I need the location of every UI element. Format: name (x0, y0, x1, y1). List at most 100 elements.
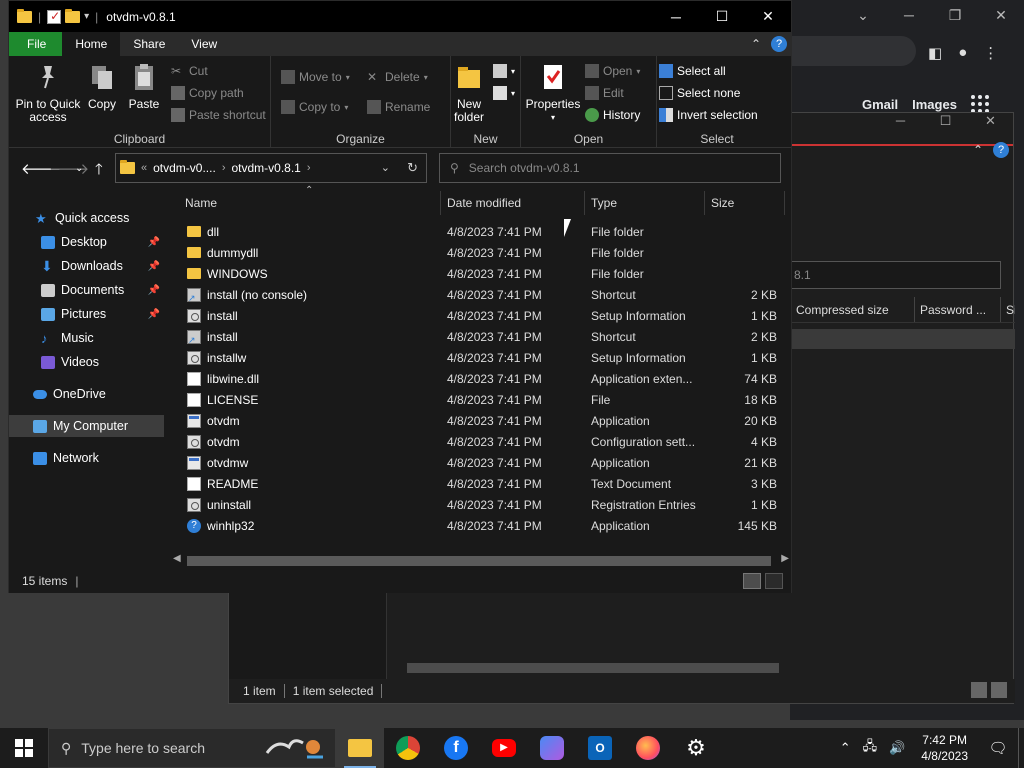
file-row[interactable]: install 4/8/2023 7:41 PM Shortcut 2 KB (167, 326, 791, 347)
column-password[interactable]: Password ... (915, 297, 1001, 322)
taskbar-copilot[interactable] (528, 728, 576, 768)
restore-icon[interactable]: ❐ (932, 7, 978, 24)
select-all-button[interactable]: Select all (659, 64, 726, 78)
file-row[interactable]: otvdm 4/8/2023 7:41 PM Application 20 KB (167, 410, 791, 431)
gmail-link[interactable]: Gmail (862, 97, 898, 112)
history-button[interactable]: History (585, 108, 640, 122)
nav-network[interactable]: Network (9, 447, 164, 469)
column-size[interactable]: Size (705, 191, 785, 215)
customize-toolbar-icon[interactable]: ▾ (84, 11, 89, 22)
scroll-left-icon[interactable]: ◀ (173, 553, 181, 564)
collapse-ribbon-icon[interactable]: ⌃ (751, 37, 761, 51)
network-tray-icon[interactable]: 🖧 (857, 737, 884, 759)
delete-button[interactable]: ✕ Delete ▾ (367, 70, 428, 84)
address-dropdown-icon[interactable]: ⌄ (381, 161, 390, 174)
tab-home[interactable]: Home (62, 32, 121, 56)
start-button[interactable] (0, 728, 48, 768)
column-name[interactable]: Name (167, 191, 441, 215)
tab-view[interactable]: View (178, 32, 230, 56)
archive-selected-row[interactable] (791, 329, 1015, 349)
invert-selection-button[interactable]: Invert selection (659, 108, 758, 122)
nav-onedrive[interactable]: OneDrive (9, 383, 164, 405)
taskbar-facebook[interactable]: f (432, 728, 480, 768)
tiles-view-icon[interactable] (991, 682, 1007, 698)
up-button[interactable]: 🡑 (95, 159, 103, 184)
pin-icon[interactable]: 📌 (148, 285, 160, 296)
horizontal-scrollbar[interactable]: ◀ ▶ (167, 553, 791, 569)
breadcrumb-overflow[interactable]: « (141, 162, 147, 174)
paste-shortcut-button[interactable]: Paste shortcut (171, 108, 266, 122)
file-row[interactable]: WINDOWS 4/8/2023 7:41 PM File folder (167, 263, 791, 284)
taskbar-file-explorer[interactable] (336, 728, 384, 768)
column-type[interactable]: Type (585, 191, 705, 215)
scroll-right-icon[interactable]: ▶ (781, 553, 789, 564)
column-date-modified[interactable]: Date modified (441, 191, 585, 215)
column-compressed-size[interactable]: Compressed size (791, 297, 915, 322)
chevron-up-icon[interactable]: ⌃ (834, 740, 857, 756)
clock[interactable]: 7:42 PM 4/8/2023 (911, 732, 978, 764)
edit-button[interactable]: Edit (585, 86, 624, 100)
file-row[interactable]: otvdmw 4/8/2023 7:41 PM Application 21 KB (167, 452, 791, 473)
large-icons-view-icon[interactable] (765, 573, 783, 589)
tab-file[interactable]: File (9, 32, 63, 56)
open-button[interactable]: Open ▾ (585, 64, 640, 78)
refresh-icon[interactable]: ↻ (407, 160, 418, 176)
apps-grid-icon[interactable] (970, 95, 989, 113)
search-input[interactable]: ⚲ Search otvdm-v0.8.1 (439, 153, 781, 183)
new-folder-button[interactable]: New folder (449, 62, 489, 124)
tab-share[interactable]: Share (120, 32, 178, 56)
file-row[interactable]: install (no console) 4/8/2023 7:41 PM Shor… (167, 284, 791, 305)
select-none-button[interactable]: Select none (659, 86, 740, 100)
file-row[interactable]: installw 4/8/2023 7:41 PM Setup Informatio… (167, 347, 791, 368)
file-row[interactable]: install 4/8/2023 7:41 PM Setup Information… (167, 305, 791, 326)
archive-hscrollbar[interactable] (395, 661, 1011, 675)
copy-to-button[interactable]: Copy to ▾ (281, 100, 348, 114)
profile-icon[interactable]: ● (958, 44, 967, 62)
new-item-button[interactable]: ▾ (493, 64, 515, 78)
show-desktop-button[interactable] (1018, 728, 1024, 768)
nav-my-computer[interactable]: My Computer (9, 415, 164, 437)
sidepanel-icon[interactable]: ◧ (928, 44, 942, 62)
nav-quick-access[interactable]: ★ Quick access (9, 207, 164, 229)
scroll-thumb[interactable] (187, 556, 771, 566)
pin-icon[interactable]: 📌 (148, 261, 160, 272)
close-icon[interactable]: ✕ (968, 113, 1013, 135)
taskbar-firefox[interactable] (624, 728, 672, 768)
taskbar-chrome[interactable] (384, 728, 432, 768)
pin-to-quick-access-button[interactable]: Pin to Quick access (15, 62, 81, 124)
file-row[interactable]: dummydll 4/8/2023 7:41 PM File folder (167, 242, 791, 263)
help-icon[interactable]: ? (993, 142, 1009, 158)
volume-icon[interactable]: 🔊 (883, 740, 911, 756)
column-size[interactable]: Si (1001, 297, 1015, 322)
chevron-right-icon[interactable]: › (222, 162, 226, 174)
chevron-down-icon[interactable]: ⌄ (840, 7, 886, 24)
move-to-button[interactable]: Move to ▾ (281, 70, 350, 84)
archive-path-field[interactable]: 8.1 (791, 261, 1001, 289)
collapse-ribbon-icon[interactable]: ⌃ (973, 143, 983, 157)
chevron-right-icon[interactable]: › (307, 162, 311, 174)
copy-button[interactable]: Copy (87, 62, 117, 111)
nav-downloads[interactable]: ⬇ Downloads 📌 (9, 255, 164, 277)
properties-button[interactable]: Properties ▾ (525, 62, 581, 124)
breadcrumb-parent[interactable]: otvdm-v0.... (153, 161, 216, 175)
easy-access-button[interactable]: ▾ (493, 86, 515, 100)
new-folder-icon[interactable] (65, 8, 81, 23)
chrome-omnibox[interactable] (790, 36, 916, 66)
taskbar-settings[interactable]: ⚙ (672, 728, 720, 768)
nav-videos[interactable]: Videos (9, 351, 164, 373)
recent-locations-button[interactable]: ⌄ (75, 163, 83, 174)
minimize-icon[interactable]: ─ (886, 7, 932, 23)
file-row[interactable]: README 4/8/2023 7:41 PM Text Document 3 KB (167, 473, 791, 494)
address-bar[interactable]: « otvdm-v0.... › otvdm-v0.8.1 › ⌄ ↻ (115, 153, 427, 183)
details-view-icon[interactable] (743, 573, 761, 589)
maximize-button[interactable]: ☐ (699, 1, 745, 32)
minimize-icon[interactable]: ─ (878, 113, 923, 135)
pin-icon[interactable]: 📌 (148, 309, 160, 320)
file-row[interactable]: LICENSE 4/8/2023 7:41 PM File 18 KB (167, 389, 791, 410)
copy-path-button[interactable]: Copy path (171, 86, 244, 100)
properties-icon[interactable] (47, 9, 62, 24)
file-row[interactable]: libwine.dll 4/8/2023 7:41 PM Application e… (167, 368, 791, 389)
nav-pictures[interactable]: Pictures 📌 (9, 303, 164, 325)
nav-desktop[interactable]: Desktop 📌 (9, 231, 164, 253)
file-row[interactable]: dll 4/8/2023 7:41 PM File folder (167, 221, 791, 242)
